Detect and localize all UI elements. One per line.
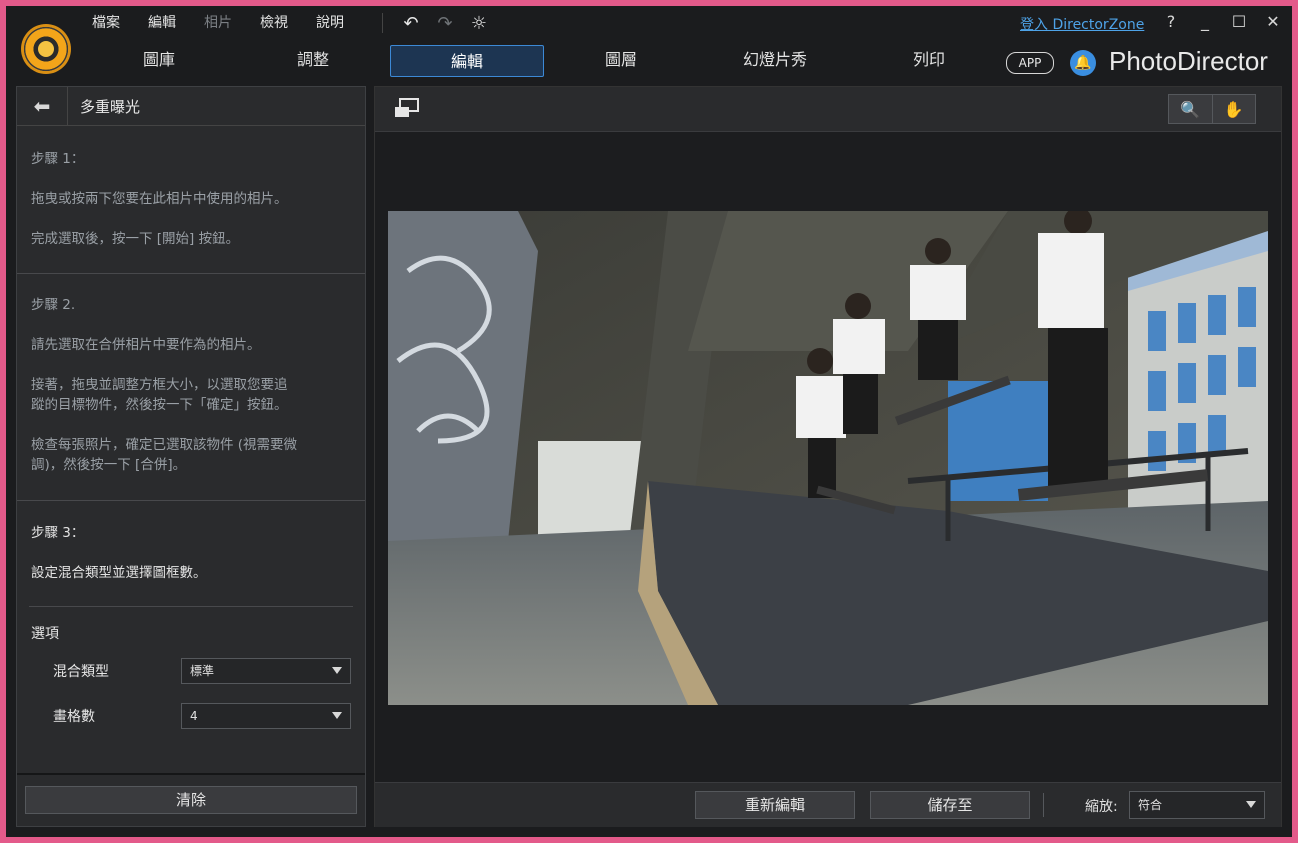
step2-text-2a: 接著，拖曳並調整方框大小，以選取您要追 xyxy=(31,377,288,393)
frames-label: 畫格數 xyxy=(53,709,95,725)
step2-title: 步驟 2. xyxy=(31,297,76,313)
step3-text: 設定混合類型並選擇圖框數。 xyxy=(31,565,207,581)
clear-button[interactable]: 清除 xyxy=(25,786,357,814)
step1-text: 拖曳或按兩下您要在此相片中使用的相片。 xyxy=(31,191,288,207)
zoom-label: 縮放: xyxy=(1085,799,1118,815)
menu-photo[interactable]: 相片 xyxy=(204,11,246,35)
step1-title: 步驟 1： xyxy=(31,151,85,167)
app-button[interactable]: APP xyxy=(1006,52,1054,74)
close-icon[interactable]: ✕ xyxy=(1264,12,1282,31)
zoom-value: 符合 xyxy=(1138,798,1163,812)
notification-bell-icon[interactable]: 🔔 xyxy=(1070,50,1096,76)
step2-text: 請先選取在合併相片中要作為的相片。 xyxy=(31,337,261,353)
menu-file[interactable]: 檔案 xyxy=(92,11,134,35)
panel-header: ⬅ 多重曝光 xyxy=(17,87,365,126)
hand-tool-icon[interactable]: ✋ xyxy=(1213,95,1256,123)
zoom-select[interactable]: 符合 xyxy=(1129,791,1265,819)
chevron-down-icon xyxy=(332,712,342,719)
tab-library[interactable]: 圖庫 xyxy=(82,44,236,78)
step2-text-3a: 檢查每張照片，確定已選取該物件 (視需要微 xyxy=(31,437,298,453)
tab-layers[interactable]: 圖層 xyxy=(544,44,698,78)
brand-name: PhotoDirector xyxy=(1109,46,1268,76)
frames-value: 4 xyxy=(190,709,198,723)
app-logo xyxy=(21,24,71,74)
reedit-button[interactable]: 重新編輯 xyxy=(695,791,855,819)
divider xyxy=(29,606,353,607)
footer-divider xyxy=(1043,793,1044,817)
viewer-toolbar: 🔍 ✋ xyxy=(375,87,1281,132)
tab-print[interactable]: 列印 xyxy=(852,44,1006,78)
blend-type-select[interactable]: 標準 xyxy=(181,658,351,684)
multi-exposure-panel: ⬅ 多重曝光 步驟 1： 拖曳或按兩下您要在此相片中使用的相片。 完成選取後，按… xyxy=(16,86,366,827)
sign-in-directorzone-link[interactable]: 登入 DirectorZone xyxy=(1020,14,1144,34)
photo-viewer: 🔍 ✋ 重新編輯 儲存至 縮放: 符合 xyxy=(374,86,1282,827)
step1-text-2: 完成選取後，按一下 [開始] 按鈕。 xyxy=(31,231,240,247)
divider xyxy=(17,273,365,274)
toolbar-divider xyxy=(382,13,383,33)
module-tabs: 圖庫 調整 編輯 圖層 幻燈片秀 列印 xyxy=(82,44,1006,78)
help-icon[interactable]: ? xyxy=(1162,12,1180,31)
panel-title: 多重曝光 xyxy=(80,97,141,116)
zoom-tool-icon[interactable]: 🔍 xyxy=(1169,95,1213,123)
step2-text-2b: 蹤的目標物件，然後按一下「確定」按鈕。 xyxy=(31,397,288,413)
menu-bar: 檔案 編輯 相片 檢視 說明 xyxy=(92,11,372,35)
minimize-icon[interactable]: _ xyxy=(1196,12,1214,31)
tab-edit[interactable]: 編輯 xyxy=(390,45,544,77)
menu-view[interactable]: 檢視 xyxy=(260,11,302,35)
redo-icon[interactable]: ↷ xyxy=(433,11,457,35)
quick-toolbar: ↶ ↷ ☼ xyxy=(382,11,491,35)
menu-help[interactable]: 說明 xyxy=(316,11,358,35)
skateboard-multi-exposure-photo[interactable] xyxy=(388,211,1268,705)
blend-type-value: 標準 xyxy=(190,664,215,678)
frames-select[interactable]: 4 xyxy=(181,703,351,729)
step2-text-3b: 調)，然後按一下 [合併]。 xyxy=(31,457,187,473)
tab-slideshow[interactable]: 幻燈片秀 xyxy=(698,44,852,78)
window-controls: ? _ ☐ ✕ xyxy=(1162,12,1282,31)
undo-icon[interactable]: ↶ xyxy=(399,11,423,35)
chevron-down-icon xyxy=(1246,801,1256,808)
compare-view-icon[interactable] xyxy=(393,97,421,119)
tab-adjustment[interactable]: 調整 xyxy=(236,44,390,78)
options-title: 選項 xyxy=(31,626,59,642)
back-arrow-icon[interactable]: ⬅ xyxy=(17,87,68,125)
app-window: 檔案 編輯 相片 檢視 說明 ↶ ↷ ☼ 登入 DirectorZone ? _… xyxy=(6,6,1292,837)
step3-title: 步驟 3： xyxy=(31,525,85,541)
menu-edit[interactable]: 編輯 xyxy=(148,11,190,35)
blend-type-label: 混合類型 xyxy=(53,664,109,680)
save-to-button[interactable]: 儲存至 xyxy=(870,791,1030,819)
viewer-tool-group: 🔍 ✋ xyxy=(1168,94,1256,124)
settings-gear-icon[interactable]: ☼ xyxy=(467,11,491,35)
maximize-icon[interactable]: ☐ xyxy=(1230,12,1248,31)
divider xyxy=(17,500,365,501)
divider xyxy=(17,773,365,775)
chevron-down-icon xyxy=(332,667,342,674)
viewer-footer: 重新編輯 儲存至 縮放: 符合 xyxy=(375,782,1281,827)
